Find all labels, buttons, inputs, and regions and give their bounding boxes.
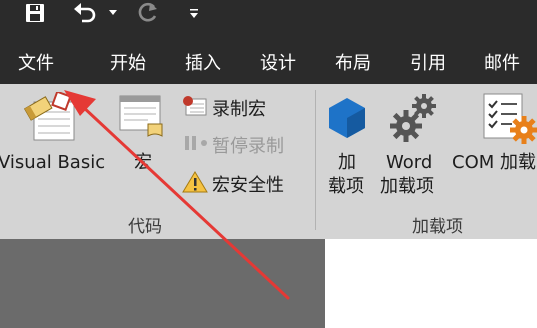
- customize-qat-icon[interactable]: [188, 8, 200, 34]
- addins-label-line1: 加: [338, 152, 356, 173]
- record-macro-button[interactable]: 录制宏: [182, 94, 266, 122]
- macros-label: 宏: [134, 152, 152, 173]
- word-addins-label-line2: 加载项: [380, 176, 434, 197]
- gears-icon: [388, 92, 438, 148]
- word-addins-button[interactable]: Word 加载项: [380, 84, 448, 204]
- group-separator: [315, 90, 316, 230]
- ribbon-panel: Visual Basic 宏 录制宏 暂停录制 宏安全性 代码 加 载项 Wor…: [0, 84, 537, 239]
- tab-design[interactable]: 设计: [260, 44, 296, 84]
- pause-recording-button[interactable]: 暂停录制: [182, 131, 284, 159]
- code-group-label: 代码: [128, 217, 162, 237]
- addins-label-line2: 载项: [328, 176, 364, 197]
- record-macro-icon: [182, 95, 208, 121]
- redo-icon[interactable]: [134, 0, 160, 26]
- undo-icon[interactable]: [72, 0, 98, 26]
- pause-recording-label: 暂停录制: [212, 136, 284, 157]
- visual-basic-label: Visual Basic: [0, 152, 106, 173]
- macros-icon: [118, 94, 166, 146]
- com-addins-button[interactable]: COM 加载: [450, 84, 537, 204]
- tab-references[interactable]: 引用: [410, 44, 446, 84]
- word-addins-label-line1: Word: [386, 152, 433, 173]
- quick-access-toolbar: [0, 0, 537, 44]
- pause-icon: [182, 132, 208, 158]
- ribbon-tabs: 文件 开始 插入 设计 布局 引用 邮件: [0, 44, 537, 84]
- addins-icon: [326, 96, 368, 144]
- addins-button[interactable]: 加 载项: [322, 84, 372, 204]
- warning-icon: [182, 170, 208, 198]
- com-addins-label: COM 加载: [452, 152, 536, 173]
- macro-security-button[interactable]: 宏安全性: [182, 170, 284, 198]
- tab-insert[interactable]: 插入: [185, 44, 221, 84]
- com-addins-icon: [482, 92, 537, 152]
- tab-file[interactable]: 文件: [18, 44, 54, 84]
- undo-dropdown-icon[interactable]: [108, 9, 118, 35]
- visual-basic-button[interactable]: Visual Basic: [0, 84, 108, 204]
- navigation-pane-area: [0, 239, 325, 328]
- tab-home[interactable]: 开始: [110, 44, 146, 84]
- save-icon[interactable]: [24, 2, 46, 28]
- visual-basic-icon: [23, 90, 76, 146]
- addins-group-label: 加载项: [412, 217, 463, 237]
- macros-button[interactable]: 宏: [112, 84, 172, 204]
- document-area[interactable]: [325, 239, 537, 328]
- tab-mailings[interactable]: 邮件: [484, 44, 520, 84]
- macro-security-label: 宏安全性: [212, 175, 284, 196]
- tab-layout[interactable]: 布局: [335, 44, 371, 84]
- record-macro-label: 录制宏: [212, 99, 266, 120]
